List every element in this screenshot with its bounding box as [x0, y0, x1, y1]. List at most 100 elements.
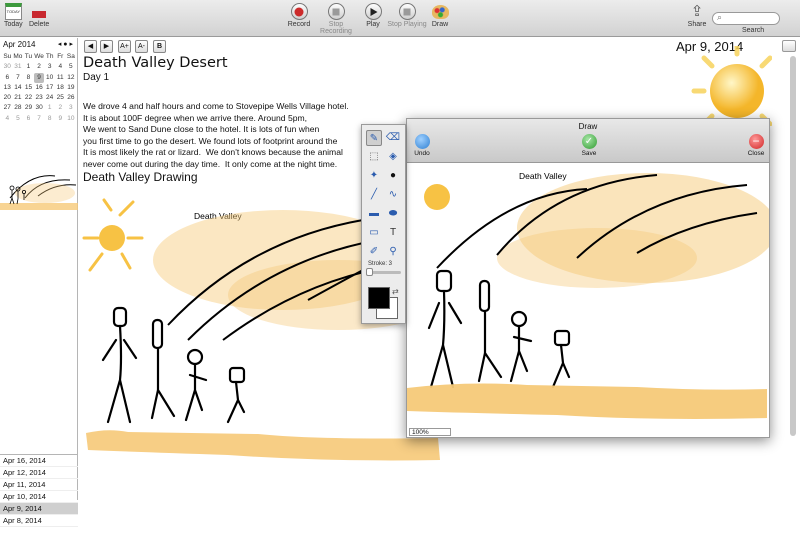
increase-font-button[interactable]: A+ — [118, 40, 131, 53]
note-list-item[interactable]: Apr 12, 2014 — [0, 467, 78, 479]
calendar-day[interactable]: 18 — [55, 83, 66, 93]
note-list-item[interactable]: Apr 16, 2014 — [0, 455, 78, 467]
spray-tool-icon[interactable]: ✦ — [366, 168, 382, 184]
calendar-day[interactable]: 7 — [13, 73, 24, 83]
calendar-day[interactable]: 22 — [23, 93, 34, 103]
play-label: Play — [366, 21, 380, 28]
weekday-label: Mo — [13, 53, 23, 60]
calendar-day[interactable]: 19 — [66, 83, 77, 93]
calendar-day[interactable]: 9 — [55, 114, 66, 124]
note-list-item[interactable]: Apr 8, 2014 — [0, 515, 78, 527]
note-list-item[interactable]: Apr 11, 2014 — [0, 479, 78, 491]
stroke-slider-thumb[interactable] — [366, 268, 373, 276]
decrease-font-button[interactable]: A- — [135, 40, 148, 53]
calendar-day[interactable]: 30 — [2, 62, 13, 72]
stop-playing-label: Stop Playing — [387, 21, 427, 28]
calendar-day[interactable]: 2 — [34, 62, 45, 72]
drawing-canvas[interactable]: Death Valley — [407, 163, 769, 428]
calendar-day[interactable]: 15 — [23, 83, 34, 93]
close-button[interactable]: − Close — [741, 134, 771, 157]
calendar-day[interactable]: 26 — [66, 93, 77, 103]
undo-button[interactable]: Undo — [407, 134, 437, 157]
draw-button[interactable]: Draw — [430, 3, 450, 28]
stop-playing-button[interactable]: Stop Playing — [386, 3, 428, 28]
calendar-day[interactable]: 27 — [2, 103, 13, 113]
previous-note-button[interactable]: ◀ — [84, 40, 97, 53]
rectangle-tool-icon[interactable]: ▬ — [366, 206, 382, 222]
eraser-tool-icon[interactable]: ⌫ — [385, 130, 401, 146]
curve-tool-icon[interactable]: ∿ — [385, 187, 401, 203]
undo-label: Undo — [414, 150, 430, 157]
note-subtitle[interactable]: Day 1 — [83, 72, 109, 83]
note-title[interactable]: Death Valley Desert — [83, 55, 228, 71]
foreground-color-swatch[interactable] — [368, 287, 390, 309]
calendar-day[interactable]: 25 — [55, 93, 66, 103]
note-body[interactable]: We drove 4 and half hours and come to St… — [83, 101, 373, 170]
calendar-day[interactable]: 5 — [13, 114, 24, 124]
corner-button[interactable] — [782, 40, 796, 52]
calendar-day[interactable]: 24 — [44, 93, 55, 103]
vertical-scrollbar[interactable] — [790, 56, 796, 436]
delete-button[interactable]: Delete — [29, 3, 49, 28]
zoom-select[interactable]: 100% — [409, 428, 451, 436]
calendar-day[interactable]: 4 — [2, 114, 13, 124]
stop-recording-button[interactable]: Stop Recording — [313, 3, 359, 35]
calendar-nav[interactable]: ◂ ● ▸ — [58, 40, 73, 48]
calendar-day[interactable]: 29 — [23, 103, 34, 113]
calendar-day[interactable]: 10 — [66, 114, 77, 124]
calendar-day[interactable]: 21 — [13, 93, 24, 103]
record-icon — [290, 3, 308, 20]
calendar-day[interactable]: 17 — [44, 83, 55, 93]
calendar-day[interactable]: 9 — [33, 72, 45, 83]
calendar-day[interactable]: 20 — [2, 93, 13, 103]
calendar-week: 6 7 8 9 10 11 12 — [2, 72, 78, 83]
calendar-day[interactable]: 3 — [66, 103, 77, 113]
eyedropper-tool-icon[interactable]: ✐ — [366, 244, 382, 260]
calendar-day[interactable]: 11 — [55, 73, 66, 83]
share-button[interactable]: ⇪ Share — [686, 3, 708, 28]
calendar-day[interactable]: 10 — [44, 73, 55, 83]
calendar-day[interactable]: 31 — [13, 62, 24, 72]
note-list-item[interactable]: Apr 9, 2014 — [0, 503, 78, 515]
calendar-day[interactable]: 2 — [55, 103, 66, 113]
record-button[interactable]: Record — [285, 3, 313, 28]
drawing-thumbnail[interactable] — [0, 158, 78, 218]
calendar-day[interactable]: 3 — [44, 62, 55, 72]
calendar-day[interactable]: 6 — [23, 114, 34, 124]
today-button[interactable]: TODAY Today — [4, 3, 23, 28]
marquee-tool-icon[interactable]: ⬚ — [366, 149, 382, 165]
swap-colors-icon[interactable]: ⇄ — [392, 287, 399, 296]
bold-button[interactable]: B — [153, 40, 166, 53]
text-tool-icon[interactable]: T — [385, 225, 401, 241]
calendar-day[interactable]: 6 — [2, 73, 13, 83]
close-icon: − — [748, 134, 764, 149]
line-tool-icon[interactable]: ╱ — [366, 187, 382, 203]
calendar-day[interactable]: 28 — [13, 103, 24, 113]
calendar-day[interactable]: 23 — [34, 93, 45, 103]
save-button[interactable]: ✓ Save — [574, 134, 604, 157]
calendar-day[interactable]: 7 — [34, 114, 45, 124]
calendar-day[interactable]: 1 — [23, 62, 34, 72]
calendar-day[interactable]: 13 — [2, 83, 13, 93]
search-field[interactable]: ⌕ — [712, 12, 780, 25]
calendar-day[interactable]: 14 — [13, 83, 24, 93]
calendar-day[interactable]: 8 — [23, 73, 34, 83]
calendar-day[interactable]: 12 — [66, 73, 77, 83]
bomb-tool-icon[interactable]: ● — [385, 168, 401, 184]
play-button[interactable]: Play — [362, 3, 384, 28]
magnifier-tool-icon[interactable]: ⚲ — [385, 244, 401, 260]
calendar-day[interactable]: 30 — [34, 103, 45, 113]
rounded-rect-tool-icon[interactable]: ▭ — [366, 225, 382, 241]
calendar-day[interactable]: 8 — [44, 114, 55, 124]
calendar-day[interactable]: 1 — [44, 103, 55, 113]
next-note-button[interactable]: ▶ — [100, 40, 113, 53]
paint-bucket-tool-icon[interactable]: ◈ — [385, 149, 401, 165]
calendar-day[interactable]: 5 — [66, 62, 77, 72]
weekday-label: Fr — [57, 53, 64, 60]
calendar-day[interactable]: 4 — [55, 62, 66, 72]
ellipse-tool-icon[interactable]: ⬬ — [385, 206, 401, 222]
brush-tool-icon[interactable]: ✎ — [366, 130, 382, 146]
drawing-heading[interactable]: Death Valley Drawing — [83, 170, 198, 184]
note-list-item[interactable]: Apr 10, 2014 — [0, 491, 78, 503]
calendar-day[interactable]: 16 — [34, 83, 45, 93]
